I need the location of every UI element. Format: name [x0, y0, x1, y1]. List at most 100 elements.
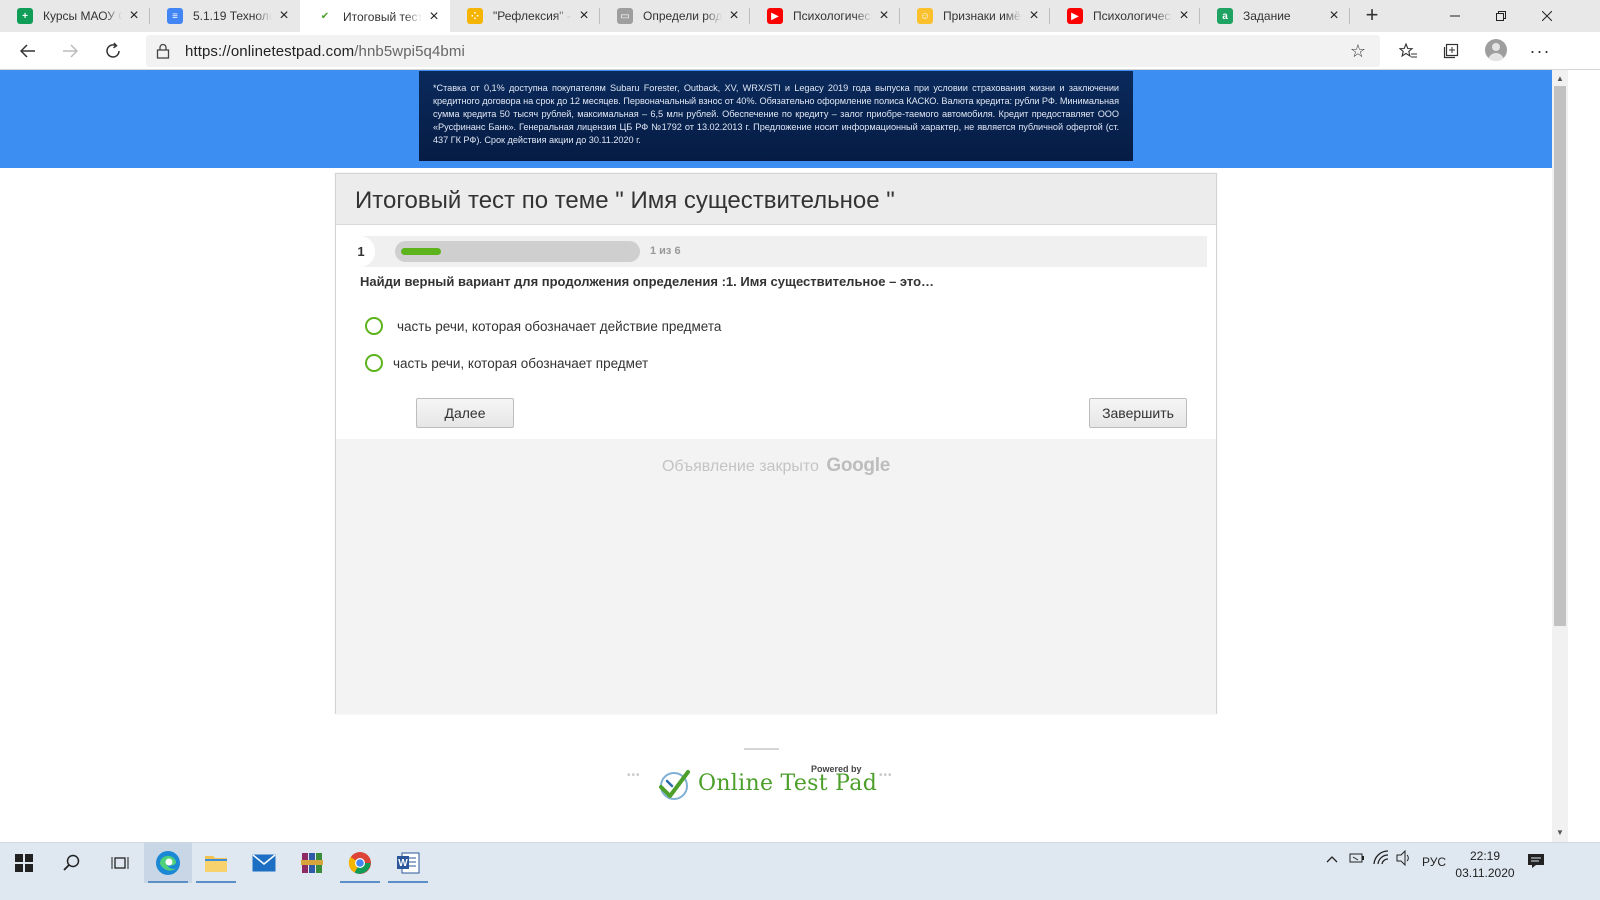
show-hidden-icons[interactable] [1326, 852, 1338, 866]
system-clock[interactable]: 22:19 03.11.2020 [1452, 848, 1518, 882]
online-test-pad-logo-icon [659, 770, 690, 800]
ad-banner-text: *Ставка от 0,1% доступна покупателям Sub… [433, 83, 1119, 145]
profile-avatar[interactable] [1485, 39, 1507, 61]
question-number: 1 [347, 236, 375, 267]
restore-button[interactable] [1478, 0, 1524, 32]
finish-button[interactable]: Завершить [1089, 398, 1187, 428]
browser-tab[interactable]: ▶ Психологические × [1050, 0, 1200, 32]
browser-tab[interactable]: ▭ Определи род имён × [600, 0, 750, 32]
tab-close-icon[interactable]: × [1326, 8, 1342, 24]
answer-option-2[interactable]: часть речи, которая обозначает предмет [365, 352, 648, 374]
tab-close-icon[interactable]: × [276, 8, 292, 24]
scroll-up-icon[interactable]: ▲ [1556, 74, 1564, 83]
tab-close-icon[interactable]: × [1176, 8, 1192, 24]
next-button[interactable]: Далее [416, 398, 514, 428]
test-card: Итоговый тест по теме " Имя существитель… [335, 173, 1217, 714]
tray-keyboard[interactable] [1349, 851, 1365, 868]
browser-tab[interactable]: ▶ Психологические × [750, 0, 900, 32]
browser-tab[interactable]: ✔ Итоговый тест по теме × [300, 0, 450, 33]
google-logo: Google [826, 455, 890, 476]
powered-by-footer[interactable]: ••• ••• Powered by Online Test Pad [627, 760, 897, 800]
input-language[interactable]: РУС [1422, 855, 1446, 869]
edge-icon [156, 851, 180, 875]
taskbar-winrar[interactable] [288, 843, 336, 883]
notifications-button[interactable] [1527, 853, 1545, 872]
taskbar-mail[interactable] [240, 843, 288, 883]
tray-network[interactable] [1373, 850, 1391, 869]
youtube-icon: ▶ [767, 8, 783, 24]
wifi-icon [1373, 850, 1389, 865]
favorite-star-icon[interactable]: ☆ [1350, 41, 1366, 62]
tab-close-icon[interactable]: × [876, 8, 892, 24]
tab-title: Итоговый тест по теме [343, 9, 422, 24]
minimize-button[interactable] [1432, 0, 1478, 32]
browser-tab[interactable]: + Курсы МАОУ СОШ × [0, 0, 150, 32]
progress-bar [395, 241, 640, 262]
refresh-icon [106, 42, 120, 58]
minimize-icon [1450, 15, 1460, 17]
browser-toolbar: https://onlinetestpad.com/hnb5wpi5q4bmi … [0, 32, 1600, 70]
start-button[interactable] [0, 843, 48, 883]
progress-text: 1 из 6 [650, 245, 681, 257]
folder-icon [205, 856, 227, 872]
page-scrollbar[interactable]: ▲ ▼ [1552, 70, 1568, 842]
search-button[interactable] [48, 843, 96, 883]
taskbar-word[interactable]: W [384, 843, 432, 883]
page-viewport: *Ставка от 0,1% доступна покупателям Sub… [0, 70, 1552, 842]
forward-button[interactable] [54, 35, 86, 67]
favorites-list-icon[interactable] [1392, 35, 1424, 67]
scroll-down-icon[interactable]: ▼ [1556, 828, 1564, 837]
close-window-button[interactable] [1524, 0, 1570, 32]
online-test-pad-brand: Online Test Pad [698, 771, 878, 796]
ad-closed-message: Объявление закрыто Google [336, 455, 1216, 477]
taskbar-chrome[interactable] [336, 843, 384, 883]
word-icon: W [397, 852, 420, 874]
tab-close-icon[interactable]: × [1026, 8, 1042, 24]
back-button[interactable] [12, 35, 44, 67]
mail-icon [252, 854, 276, 872]
answer-option-1[interactable]: часть речи, которая обозначает действие … [365, 315, 721, 337]
top-ad-strip: *Ставка от 0,1% доступна покупателям Sub… [0, 70, 1552, 168]
new-tab-button[interactable]: + [1360, 4, 1384, 28]
url-text[interactable]: https://onlinetestpad.com/hnb5wpi5q4bmi [185, 43, 465, 60]
tab-close-icon[interactable]: × [126, 8, 142, 24]
browser-tab[interactable]: ≡ 5.1.19 Технология × [150, 0, 300, 32]
collections-icon[interactable] [1435, 35, 1467, 67]
tab-close-icon[interactable]: × [576, 8, 592, 24]
answer-label: часть речи, которая обозначает предмет [393, 355, 649, 371]
browser-tab[interactable]: ⁘ "Рефлексия" - Prezi × [450, 0, 600, 32]
radio-button[interactable] [365, 317, 383, 335]
scroll-thumb[interactable] [1554, 86, 1566, 626]
browser-tab[interactable]: ☺ Признаки имён сущ × [900, 0, 1050, 32]
tab-title: 5.1.19 Технология [193, 9, 272, 23]
taskbar-file-explorer[interactable] [192, 843, 240, 883]
test-title: Итоговый тест по теме " Имя существитель… [355, 187, 895, 214]
tab-close-icon[interactable]: × [426, 8, 442, 25]
tab-title: "Рефлексия" - Prezi [493, 9, 572, 23]
browser-tab[interactable]: a Задание × [1200, 0, 1350, 32]
test-header: Итоговый тест по теме " Имя существитель… [336, 174, 1216, 225]
ad-closed-area: Объявление закрыто Google [336, 439, 1216, 714]
address-bar[interactable]: https://onlinetestpad.com/hnb5wpi5q4bmi … [146, 35, 1380, 67]
progress-row: 1 1 из 6 [347, 236, 1207, 267]
restore-icon [1496, 11, 1506, 21]
ad-banner[interactable]: *Ставка от 0,1% доступна покупателям Sub… [419, 71, 1133, 161]
tab-title: Курсы МАОУ СОШ [43, 9, 122, 23]
footer-dots-left: ••• [627, 770, 641, 781]
task-view-button[interactable] [96, 843, 144, 883]
footer-dots-right: ••• [879, 770, 893, 781]
battery-plug-icon [1349, 853, 1364, 863]
refresh-button[interactable] [97, 35, 129, 67]
taskbar-edge[interactable] [144, 843, 192, 883]
emoji-icon: ☺ [917, 8, 933, 24]
docs-icon: ≡ [167, 8, 183, 24]
clock-time: 22:19 [1469, 849, 1501, 863]
ad-closed-text: Объявление закрыто [661, 458, 819, 475]
learningapps-icon: a [1217, 8, 1233, 24]
radio-button[interactable] [365, 354, 383, 372]
tab-title: Признаки имён сущ [943, 9, 1022, 23]
tab-close-icon[interactable]: × [726, 8, 742, 24]
more-menu-icon[interactable]: ··· [1524, 35, 1556, 67]
arrow-left-icon [20, 44, 35, 58]
tray-volume[interactable] [1396, 849, 1412, 869]
